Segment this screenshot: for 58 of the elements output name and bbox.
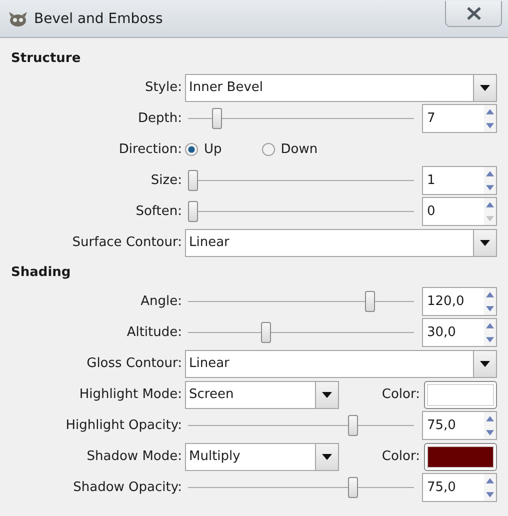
app-icon [8, 10, 28, 26]
slider-track[interactable] [188, 200, 414, 222]
color-label: Color: [380, 387, 420, 402]
field-label: Highlight Opacity: [64, 418, 182, 433]
dropdown[interactable]: Linear [185, 228, 497, 256]
caret-icon [480, 240, 490, 246]
section-heading: Shading [11, 264, 72, 282]
field-label: Style: [144, 80, 182, 95]
caret-icon [480, 360, 490, 366]
field-label: Size: [150, 173, 182, 188]
slider-thumb[interactable] [348, 414, 358, 436]
dropdown[interactable]: Inner Bevel [185, 74, 497, 102]
window-title: Bevel and Emboss [34, 10, 164, 26]
radio-icon [262, 143, 275, 156]
section-heading: Structure [11, 50, 82, 68]
slider-track[interactable] [188, 476, 414, 498]
slider-thumb[interactable] [188, 200, 198, 222]
slider-track[interactable] [188, 170, 414, 192]
slider-thumb[interactable] [348, 476, 358, 498]
spin-field[interactable]: 1 [422, 166, 497, 195]
dropdown[interactable]: Multiply [185, 442, 339, 470]
slider-thumb[interactable] [261, 322, 272, 342]
caret-icon [322, 392, 332, 398]
caret-icon [480, 84, 490, 90]
spin-field[interactable]: 120,0 [422, 287, 497, 316]
slider-track[interactable] [188, 290, 414, 312]
color-button[interactable] [424, 380, 497, 408]
field-label: Highlight Mode: [78, 387, 182, 402]
field-label: Gloss Contour: [86, 356, 182, 371]
caret-icon [322, 454, 332, 460]
field-label: Surface Contour: [71, 235, 182, 250]
slider-track[interactable] [188, 414, 414, 436]
color-label: Color: [380, 449, 420, 464]
field-label: Altitude: [126, 325, 182, 340]
field-label: Depth: [137, 111, 182, 126]
spin-field[interactable]: 75,0 [422, 473, 497, 502]
close-icon [466, 6, 482, 20]
radio-icon [185, 143, 198, 156]
spin-field[interactable]: 7 [422, 104, 497, 133]
spin-field[interactable]: 75,0 [422, 411, 497, 440]
field-label: Direction: [118, 142, 182, 157]
field-label: Shadow Mode: [86, 449, 182, 464]
field-label: Shadow Opacity: [72, 480, 182, 495]
slider-track[interactable] [188, 108, 414, 130]
close-button[interactable] [445, 0, 502, 26]
color-button[interactable] [424, 442, 497, 470]
dropdown[interactable]: Linear [185, 350, 497, 378]
field-label: Soften: [134, 204, 182, 219]
field-label: Angle: [140, 294, 182, 309]
slider-track[interactable] [188, 322, 414, 344]
radio-button[interactable]: Up [185, 142, 222, 157]
dropdown[interactable]: Screen [185, 380, 339, 408]
slider-thumb[interactable] [188, 170, 198, 190]
slider-thumb[interactable] [365, 290, 376, 312]
radio-button[interactable]: Down [262, 142, 318, 157]
spin-field[interactable]: 30,0 [422, 318, 497, 347]
slider-thumb[interactable] [212, 108, 222, 128]
spin-field[interactable]: 0 [422, 197, 497, 226]
